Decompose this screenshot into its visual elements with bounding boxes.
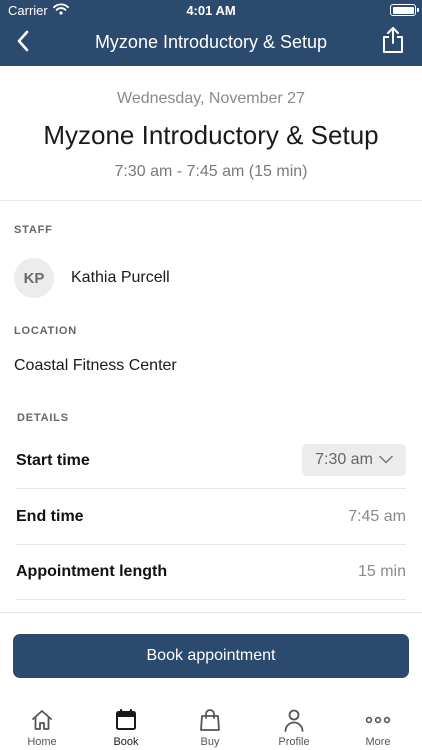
tab-book-label: Book <box>113 736 139 748</box>
tab-home-label: Home <box>27 736 57 748</box>
status-bar: Carrier 4:01 AM <box>0 0 422 20</box>
share-button[interactable] <box>378 26 408 58</box>
details-section-label: DETAILS <box>17 412 69 424</box>
nav-title: Myzone Introductory & Setup <box>94 32 328 52</box>
staff-avatar: KP <box>14 258 54 298</box>
staff-name: Kathia Purcell <box>71 269 170 286</box>
end-time-row: End time 7:45 am <box>16 489 406 545</box>
person-icon <box>282 708 306 732</box>
staff-section-label: STAFF <box>14 224 53 236</box>
start-time-row: Start time 7:30 am <box>16 433 406 489</box>
battery-icon <box>390 4 419 16</box>
appointment-length-value: 15 min <box>357 563 406 580</box>
tab-buy-label: Buy <box>200 736 220 748</box>
share-icon <box>381 26 405 59</box>
tab-book[interactable]: Book <box>84 692 168 750</box>
appointment-time-range: 7:30 am - 7:45 am (15 min) <box>114 163 308 180</box>
clock-time: 4:01 AM <box>186 3 236 18</box>
row-divider <box>16 599 406 600</box>
appointment-summary: Wednesday, November 27 Myzone Introducto… <box>0 66 422 200</box>
appointment-title: Myzone Introductory & Setup <box>43 120 379 150</box>
staff-row: KP Kathia Purcell <box>14 257 170 299</box>
tab-more-label: More <box>365 736 391 748</box>
book-appointment-button[interactable]: Book appointment <box>13 634 409 678</box>
nav-bar: Myzone Introductory & Setup <box>0 20 422 66</box>
shopping-bag-icon <box>198 708 222 732</box>
location-section-label: LOCATION <box>14 325 78 337</box>
start-time-label: Start time <box>16 452 90 469</box>
home-icon <box>30 708 54 732</box>
tab-more[interactable]: More <box>336 692 420 750</box>
appointment-date: Wednesday, November 27 <box>117 90 305 107</box>
end-time-label: End time <box>16 508 84 525</box>
tab-buy[interactable]: Buy <box>168 692 252 750</box>
book-footer: Book appointment <box>0 612 422 692</box>
end-time-value: 7:45 am <box>348 508 406 525</box>
start-time-select[interactable]: 7:30 am <box>302 444 406 476</box>
appointment-length-row: Appointment length 15 min <box>16 544 406 600</box>
tab-profile[interactable]: Profile <box>252 692 336 750</box>
calendar-icon <box>114 708 138 732</box>
tab-profile-label: Profile <box>278 736 310 748</box>
chevron-down-icon <box>379 451 393 469</box>
start-time-value: 7:30 am <box>315 451 373 468</box>
location-name: Coastal Fitness Center <box>14 357 177 374</box>
more-dots-icon <box>365 708 391 732</box>
appointment-length-label: Appointment length <box>16 563 168 580</box>
summary-divider <box>0 200 422 201</box>
tab-home[interactable]: Home <box>0 692 84 750</box>
tab-bar: Home Book Buy Profile More <box>0 692 422 750</box>
app-header: Carrier 4:01 AM Myzone Introductory & Se… <box>0 0 422 66</box>
